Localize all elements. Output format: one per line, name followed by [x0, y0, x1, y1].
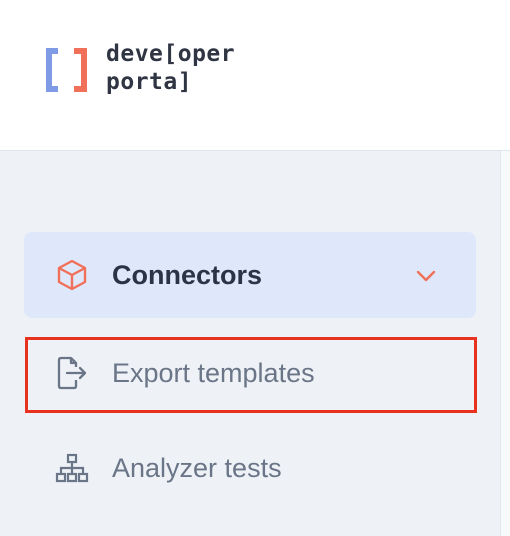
sidebar-item-label: Export templates [112, 357, 315, 388]
logo-line-2: porta] [106, 69, 193, 95]
sidebar-item-label: Analyzer tests [112, 452, 282, 483]
header: deve[oper porta] [0, 0, 510, 151]
sidebar-item-analyzer-tests[interactable]: Analyzer tests [24, 432, 476, 504]
file-export-icon [52, 353, 92, 393]
sidebar-item-connectors[interactable]: Connectors [24, 232, 476, 318]
sidebar-item-export-templates[interactable]: Export templates [24, 337, 476, 409]
scrollbar-rail[interactable] [500, 151, 510, 536]
logo-text[interactable]: deve[oper porta] [106, 40, 235, 96]
chevron-down-icon[interactable] [414, 264, 438, 288]
bracket-logo-icon [46, 48, 87, 92]
sidebar-item-label: Connectors [112, 259, 263, 290]
cube-icon [52, 255, 92, 295]
logo-line-1: deve[oper [106, 41, 236, 67]
sitemap-icon [52, 448, 92, 488]
